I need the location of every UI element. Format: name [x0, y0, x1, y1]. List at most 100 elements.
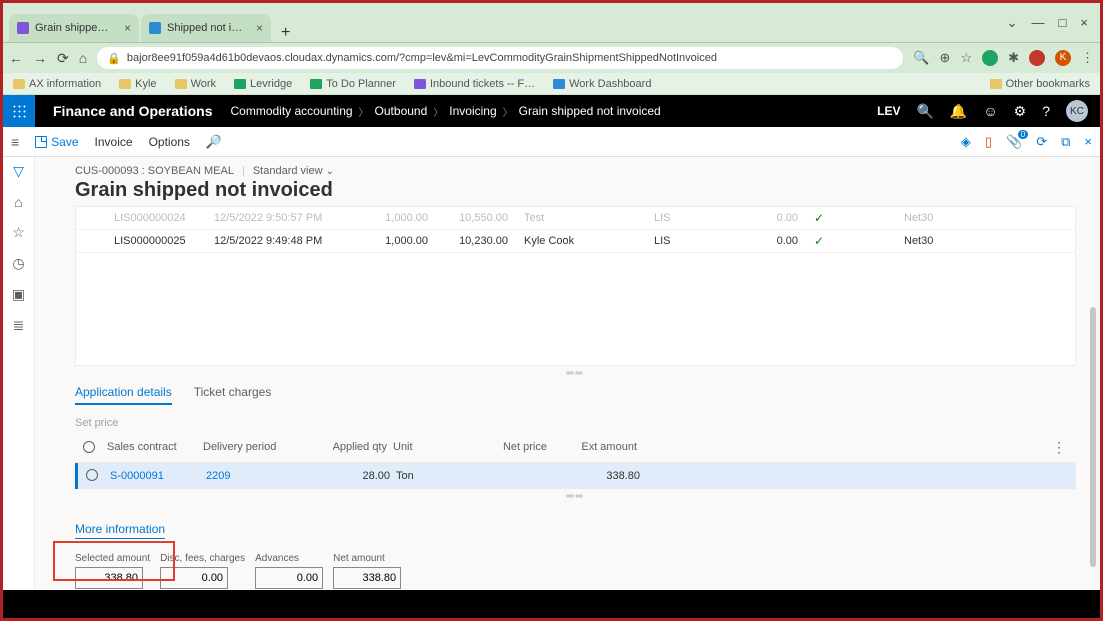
- reload-icon[interactable]: ⟳: [57, 50, 69, 67]
- recent-icon[interactable]: ◷: [12, 255, 24, 272]
- home-icon[interactable]: ⌂: [14, 194, 22, 210]
- browser-tabstrip: Grain shipped not invoiced -- Fi… × Ship…: [3, 3, 1100, 43]
- disc-fees-label: Disc, fees, charges: [160, 553, 245, 564]
- column-header[interactable]: Net price: [483, 441, 553, 456]
- scrollbar[interactable]: [1090, 307, 1096, 567]
- close-icon[interactable]: ×: [256, 21, 263, 35]
- other-bookmarks[interactable]: Other bookmarks: [990, 78, 1090, 90]
- app-header: Finance and Operations Commodity account…: [3, 95, 1100, 127]
- save-button[interactable]: Save: [35, 135, 78, 149]
- column-header[interactable]: Ext amount: [553, 441, 643, 456]
- customer-label: CUS-000093 : SOYBEAN MEAL: [75, 165, 234, 177]
- splitter-handle[interactable]: ══: [75, 489, 1076, 504]
- breadcrumb-item[interactable]: Grain shipped not invoiced: [519, 104, 661, 118]
- bookmark-item[interactable]: Inbound tickets -- F…: [414, 78, 535, 90]
- share-icon[interactable]: ⊕: [940, 50, 951, 66]
- sales-contract-link[interactable]: S-0000091: [106, 470, 206, 482]
- breadcrumb-item[interactable]: Invoicing: [449, 104, 496, 118]
- invoice-button[interactable]: Invoice: [95, 135, 133, 149]
- tab-application-details[interactable]: Application details: [75, 385, 172, 405]
- check-icon: ✓: [814, 211, 824, 225]
- diamond-icon[interactable]: ◈: [961, 134, 971, 150]
- ext-amount-value: 338.80: [556, 470, 646, 482]
- lock-icon: 🔒: [107, 52, 121, 65]
- avatar[interactable]: KC: [1066, 100, 1088, 122]
- modules-icon[interactable]: ≣: [13, 317, 25, 334]
- close-form-icon[interactable]: ×: [1084, 134, 1092, 149]
- bookmark-item[interactable]: Kyle: [119, 78, 156, 90]
- more-information-tab[interactable]: More information: [75, 522, 165, 539]
- tab-ticket-charges[interactable]: Ticket charges: [194, 385, 272, 405]
- address-bar[interactable]: 🔒 bajor8ee91f059a4d61b0devaos.cloudax.dy…: [97, 47, 903, 69]
- net-amount-field: [333, 567, 401, 589]
- extension-icon[interactable]: [982, 50, 998, 66]
- table-row[interactable]: LIS000000025 12/5/2022 9:49:48 PM 1,000.…: [76, 230, 1075, 253]
- maximize-icon[interactable]: □: [1059, 15, 1067, 31]
- delivery-period-link[interactable]: 2209: [206, 470, 326, 482]
- forward-icon[interactable]: →: [33, 50, 47, 66]
- selected-amount-field: [75, 567, 143, 589]
- selected-amount-label: Selected amount: [75, 553, 150, 564]
- advances-label: Advances: [255, 553, 323, 564]
- search-icon[interactable]: 🔍: [916, 103, 933, 120]
- back-icon[interactable]: ←: [9, 50, 23, 66]
- browser-tab-1[interactable]: Grain shipped not invoiced -- Fi… ×: [9, 14, 139, 42]
- star-icon[interactable]: ☆: [12, 224, 25, 241]
- bookmark-item[interactable]: AX information: [13, 78, 101, 90]
- application-row[interactable]: S-0000091 2209 28.00 Ton 338.80: [75, 463, 1076, 489]
- home-icon[interactable]: ⌂: [79, 50, 87, 66]
- new-tab-button[interactable]: +: [273, 24, 298, 42]
- column-header[interactable]: Sales contract: [103, 441, 203, 456]
- star-icon[interactable]: ☆: [960, 50, 972, 66]
- refresh-icon[interactable]: ⟳: [1036, 134, 1047, 150]
- splitter-handle[interactable]: ══: [75, 366, 1076, 381]
- browser-tab-2[interactable]: Shipped not invoiced - Bulk -- Fi… ×: [141, 14, 271, 42]
- company-label[interactable]: LEV: [877, 104, 900, 118]
- window-close-icon[interactable]: ×: [1080, 15, 1088, 31]
- row-radio[interactable]: [86, 469, 98, 481]
- kebab-icon[interactable]: ⋮: [1081, 50, 1094, 66]
- close-icon[interactable]: ×: [124, 21, 131, 35]
- application-header: Sales contract Delivery period Applied q…: [75, 435, 1076, 463]
- column-header[interactable]: Unit: [393, 441, 483, 456]
- workspace-icon[interactable]: ▣: [12, 286, 25, 303]
- help-icon[interactable]: ?: [1042, 103, 1050, 119]
- gear-icon[interactable]: ⚙: [1014, 103, 1027, 120]
- minimize-icon[interactable]: —: [1032, 15, 1045, 31]
- unit-value: Ton: [396, 470, 486, 482]
- kebab-icon[interactable]: ⋮: [1052, 439, 1066, 456]
- attachments-icon[interactable]: 📎: [1006, 134, 1022, 150]
- chevron-down-icon: ⌄: [326, 166, 334, 177]
- extension-icon[interactable]: [1029, 50, 1045, 66]
- select-all-radio[interactable]: [83, 441, 95, 453]
- options-button[interactable]: Options: [149, 135, 190, 149]
- net-amount-label: Net amount: [333, 553, 401, 564]
- column-header[interactable]: Applied qty: [323, 441, 393, 456]
- chevron-down-icon[interactable]: ⌄: [1007, 15, 1018, 31]
- url-text: bajor8ee91f059a4d61b0devaos.cloudax.dyna…: [127, 52, 717, 64]
- view-selector[interactable]: Standard view ⌄: [253, 165, 334, 177]
- hamburger-icon[interactable]: ≡: [11, 134, 19, 150]
- bell-icon[interactable]: 🔔: [950, 103, 967, 120]
- waffle-icon[interactable]: [3, 95, 35, 127]
- phone-icon[interactable]: ▯: [985, 134, 992, 150]
- popout-icon[interactable]: ⧉: [1061, 134, 1070, 150]
- profile-icon[interactable]: K: [1055, 50, 1071, 66]
- column-header[interactable]: Delivery period: [203, 441, 323, 456]
- bookmark-item[interactable]: Work: [175, 78, 216, 90]
- shipments-grid[interactable]: LIS000000024 12/5/2022 9:50:57 PM 1,000.…: [75, 206, 1076, 366]
- breadcrumb-item[interactable]: Outbound: [375, 104, 428, 118]
- filter-icon[interactable]: ▽: [13, 163, 24, 180]
- breadcrumb-item[interactable]: Commodity accounting: [230, 104, 352, 118]
- command-bar: ≡ Save Invoice Options 🔎 ◈ ▯ 📎 ⟳ ⧉ ×: [3, 127, 1100, 157]
- bookmark-item[interactable]: Levridge: [234, 78, 292, 90]
- table-row[interactable]: LIS000000024 12/5/2022 9:50:57 PM 1,000.…: [76, 207, 1075, 230]
- bookmark-item[interactable]: Work Dashboard: [553, 78, 651, 90]
- check-icon: ✓: [814, 234, 824, 248]
- find-icon[interactable]: 🔎: [206, 134, 222, 150]
- smiley-icon[interactable]: ☺: [983, 103, 997, 119]
- browser-toolbar: ← → ⟳ ⌂ 🔒 bajor8ee91f059a4d61b0devaos.cl…: [3, 43, 1100, 73]
- bookmark-item[interactable]: To Do Planner: [310, 78, 396, 90]
- zoom-icon[interactable]: 🔍: [913, 50, 929, 66]
- extensions-icon[interactable]: ✱: [1008, 50, 1019, 66]
